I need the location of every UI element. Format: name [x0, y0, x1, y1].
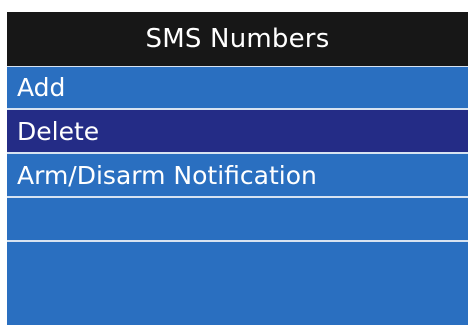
menu-item-empty-2[interactable] — [7, 242, 468, 287]
menu-item-delete[interactable]: Delete — [7, 110, 468, 154]
menu-item-arm-disarm-notification[interactable]: Arm/Disarm Notification — [7, 154, 468, 198]
screen-title-bar: SMS Numbers — [7, 12, 468, 66]
menu-item-add[interactable]: Add — [7, 66, 468, 110]
sms-numbers-menu: Add Delete Arm/Disarm Notification — [7, 66, 468, 287]
menu-item-empty-1[interactable] — [7, 198, 468, 242]
screen-title: SMS Numbers — [145, 24, 330, 54]
device-screen: SMS Numbers Add Delete Arm/Disarm Notifi… — [7, 12, 468, 325]
